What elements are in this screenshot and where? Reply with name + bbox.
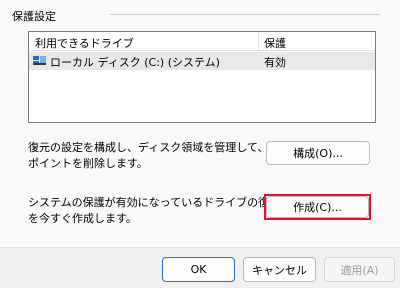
drive-protection-status: 有効 (264, 56, 286, 69)
dialog-footer: OK キャンセル 適用(A) (0, 247, 400, 288)
ok-button[interactable]: OK (162, 257, 235, 282)
group-title: 保護設定 (8, 8, 60, 24)
configure-description-line2: ポイントを削除します。 (28, 157, 148, 170)
configure-description-line1: 復元の設定を構成し、ディスク領域を管理して、復元 (28, 141, 291, 154)
apply-button[interactable]: 適用(A) (324, 257, 395, 282)
column-header-protection[interactable]: 保護 (264, 35, 286, 51)
list-header: 利用できるドライブ 保護 (29, 32, 375, 51)
column-divider[interactable] (258, 32, 259, 50)
column-header-drive[interactable]: 利用できるドライブ (35, 35, 134, 51)
configure-description: 復元の設定を構成し、ディスク領域を管理して、復元 ポイントを削除します。 (28, 140, 290, 172)
drive-name: ローカル ディスク (C:) (システム) (50, 56, 220, 69)
configure-button[interactable]: 構成(O)... (266, 141, 370, 165)
system-protection-panel: 保護設定 利用できるドライブ 保護 ローカル ディスク (C:) (システム) … (0, 0, 400, 247)
drive-icon (33, 56, 47, 66)
group-box-top-line (110, 14, 380, 15)
drive-list[interactable]: 利用できるドライブ 保護 ローカル ディスク (C:) (システム) 有効 (28, 31, 376, 123)
cancel-button[interactable]: キャンセル (243, 257, 316, 282)
highlight-box (264, 194, 371, 220)
list-item[interactable]: ローカル ディスク (C:) (システム) 有効 (29, 52, 375, 70)
